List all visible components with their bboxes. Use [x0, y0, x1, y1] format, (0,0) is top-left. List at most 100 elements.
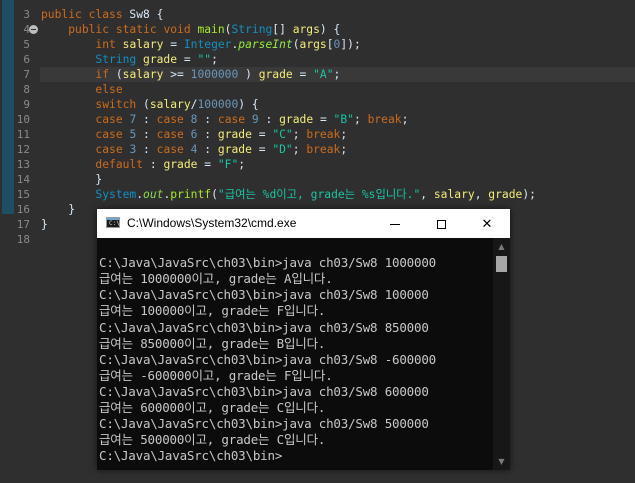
code-line[interactable]: }	[41, 217, 48, 232]
code-token: ;	[340, 128, 348, 141]
code-token: "급여는 %d이고, grade는 %s입니다."	[217, 188, 421, 201]
close-button[interactable]: ✕	[464, 209, 510, 238]
code-token: "A"	[313, 68, 334, 81]
code-line[interactable]: }	[41, 172, 102, 187]
code-token: );	[522, 188, 536, 201]
code-token: ;	[238, 158, 246, 171]
console-output[interactable]: C:\Java\JavaSrc\ch03\bin>java ch03/Sw8 1…	[97, 238, 493, 470]
console-line: C:\Java\JavaSrc\ch03\bin>java ch03/Sw8 1…	[99, 287, 429, 303]
code-line[interactable]: public class Sw8 {	[41, 7, 163, 22]
code-token: ,	[474, 188, 489, 201]
code-token: :	[136, 128, 157, 141]
code-line[interactable]: }	[41, 202, 75, 217]
code-line[interactable]: System.out.printf("급여는 %d이고, grade는 %s입니…	[41, 187, 536, 202]
code-line[interactable]: public static void main(String[] args) {	[41, 22, 340, 37]
console-scrollbar[interactable]: ▲ ▼	[493, 238, 510, 470]
code-token: ,	[420, 188, 434, 201]
code-token: int	[95, 38, 123, 51]
code-line[interactable]: int salary = Integer.parseInt(args[0]);	[41, 37, 361, 52]
code-token: out	[143, 188, 164, 201]
code-token: ;	[292, 128, 307, 141]
scroll-thumb[interactable]	[496, 256, 507, 272]
line-number: 15	[16, 188, 30, 201]
code-token: if	[95, 68, 116, 81]
code-line[interactable]: switch (salary/100000) {	[41, 97, 259, 112]
cmd-title-bar[interactable]: C:\ C:\Windows\System32\cmd.exe ✕	[97, 209, 510, 238]
console-line: 급여는 1000000이고, grade는 A입니다.	[99, 271, 333, 287]
scroll-down-arrow-icon[interactable]: ▼	[493, 453, 510, 470]
code-line[interactable]: case 5 : case 6 : grade = "C"; break;	[41, 127, 347, 142]
code-token: salary	[149, 98, 191, 111]
code-token: :	[136, 113, 157, 126]
code-line[interactable]: case 3 : case 4 : grade = "D"; break;	[41, 142, 347, 157]
code-line[interactable]: case 7 : case 8 : case 9 : grade = "B"; …	[41, 112, 408, 127]
code-token: =	[251, 128, 273, 141]
line-number: 7	[23, 68, 30, 81]
line-number: 4	[23, 23, 30, 36]
cmd-window[interactable]: C:\ C:\Windows\System32\cmd.exe ✕ C:\Jav…	[97, 209, 510, 470]
code-token: (	[143, 98, 150, 111]
line-number: 10	[16, 113, 30, 126]
code-token: [	[326, 38, 334, 51]
code-token: public	[68, 23, 116, 36]
code-token: ;	[353, 113, 368, 126]
fold-collapse-icon[interactable]	[29, 25, 38, 34]
code-token: void	[163, 23, 198, 36]
code-token: )	[238, 68, 259, 81]
console-line: C:\Java\JavaSrc\ch03\bin>java ch03/Sw8 8…	[99, 319, 429, 335]
maximize-button[interactable]	[418, 209, 464, 238]
code-token: =	[197, 158, 218, 171]
code-line[interactable]: String grade = "";	[41, 52, 217, 67]
code-token: printf	[170, 188, 212, 201]
code-token: =	[177, 53, 198, 66]
minimize-button[interactable]	[372, 209, 418, 238]
code-token: ) {	[319, 23, 341, 36]
code-token: break	[306, 128, 341, 141]
scroll-up-arrow-icon[interactable]: ▲	[493, 238, 510, 255]
code-token: }	[41, 203, 76, 216]
code-line[interactable]: default : grade = "F";	[41, 157, 245, 172]
code-token: "D"	[272, 143, 293, 156]
console-line: 급여는 100000이고, grade는 F입니다.	[99, 303, 326, 319]
code-token: case	[95, 128, 130, 141]
code-token: =	[313, 113, 334, 126]
code-token: "F"	[217, 158, 239, 171]
code-token: args	[292, 23, 320, 36]
code-token: ]);	[340, 38, 361, 51]
code-token: salary	[433, 188, 475, 201]
code-token: break	[367, 113, 402, 126]
code-token: grade	[258, 68, 293, 81]
code-line[interactable]: if (salary >= 1000000 ) grade = "A";	[41, 67, 340, 82]
console-line: C:\Java\JavaSrc\ch03\bin>java ch03/Sw8 -…	[99, 351, 436, 367]
code-token: parseInt	[238, 38, 293, 51]
code-token: case	[156, 128, 191, 141]
code-token: 100000	[197, 98, 239, 111]
code-token: 1000000	[190, 68, 239, 81]
code-token: class	[88, 8, 130, 21]
close-icon: ✕	[481, 216, 493, 231]
line-number: 8	[23, 83, 30, 96]
code-line[interactable]: else	[41, 82, 122, 97]
code-token: =	[163, 38, 184, 51]
code-token: grade	[163, 158, 198, 171]
console-line: 급여는 500000이고, grade는 C입니다.	[99, 432, 326, 448]
code-token: >=	[163, 68, 191, 81]
line-number: 17	[16, 218, 30, 231]
code-token: ;	[401, 113, 409, 126]
code-token: ) {	[238, 98, 259, 111]
code-token: grade	[217, 143, 252, 156]
code-token: (	[115, 68, 123, 81]
console-line: 급여는 850000이고, grade는 B입니다.	[99, 335, 326, 351]
code-token: switch	[95, 98, 144, 111]
line-number: 13	[16, 158, 30, 171]
cmd-app-icon: C:\	[106, 217, 120, 228]
console-line: C:\Java\JavaSrc\ch03\bin>java ch03/Sw8 6…	[99, 383, 429, 399]
code-token: args	[299, 38, 327, 51]
code-token: System	[95, 188, 137, 201]
